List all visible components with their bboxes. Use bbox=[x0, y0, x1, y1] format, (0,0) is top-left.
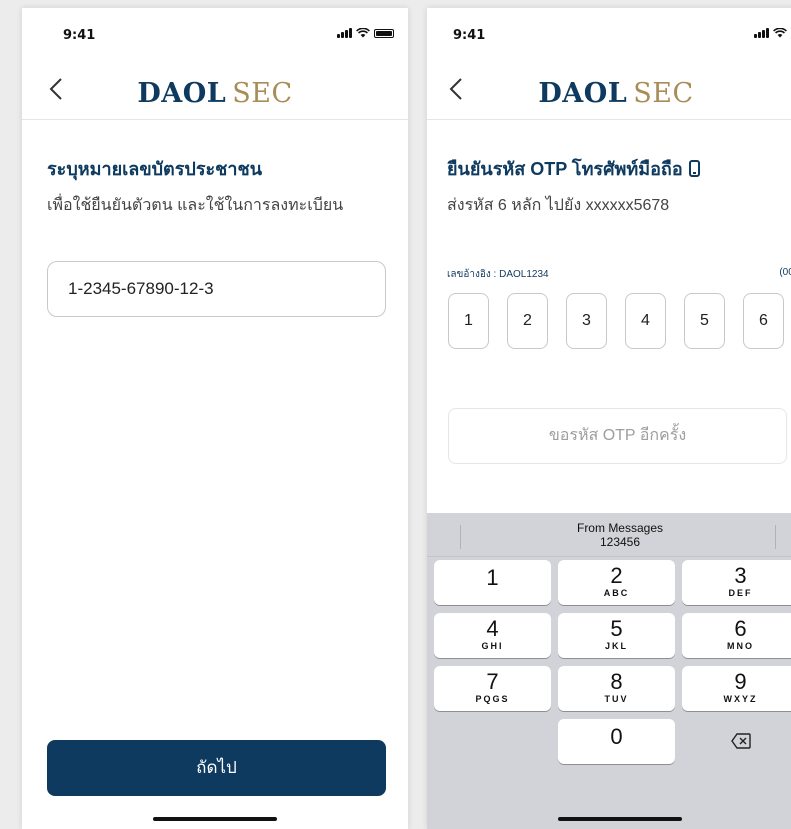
key-digit: 0 bbox=[610, 724, 623, 749]
otp-digit-box[interactable]: 4 bbox=[625, 293, 666, 349]
delete-backspace-icon bbox=[730, 733, 751, 749]
key-2[interactable]: 2 ABC bbox=[558, 560, 675, 605]
suggestion-code: 123456 bbox=[599, 535, 641, 549]
key-letters: MNO bbox=[727, 641, 754, 651]
key-blank bbox=[434, 719, 551, 764]
page-title-text: ยืนยันรหัส OTP โทรศัพท์มือถือ bbox=[447, 159, 683, 179]
keyboard-suggestion-bar: From Messages 123456 bbox=[427, 513, 791, 557]
reference-code-label: เลขอ้างอิง : DAOL1234 bbox=[447, 269, 549, 280]
otp-autofill-suggestion[interactable]: From Messages 123456 bbox=[427, 521, 791, 549]
next-button[interactable]: ถัดไป bbox=[47, 740, 386, 796]
key-letters: PQGS bbox=[475, 694, 510, 704]
page-title: ระบุหมายเลขบัตรประชาชน bbox=[47, 159, 263, 179]
key-5[interactable]: 5 JKL bbox=[558, 613, 675, 658]
status-time: 9:41 bbox=[453, 28, 486, 43]
otp-digit-box[interactable]: 3 bbox=[566, 293, 607, 349]
wifi-icon bbox=[773, 28, 787, 38]
home-indicator[interactable] bbox=[558, 817, 682, 821]
otp-screen: 9:41 DAOL SEC ยืนยันรหัส OTP โทรศัพท์มือถ… bbox=[427, 8, 791, 829]
key-6[interactable]: 6 MNO bbox=[682, 613, 791, 658]
signal-icon bbox=[337, 28, 352, 38]
nav-bar: DAOL SEC bbox=[22, 58, 408, 120]
key-digit: 2 bbox=[610, 563, 623, 588]
wifi-icon bbox=[356, 28, 370, 38]
resend-otp-button[interactable]: ขอรหัส OTP อีกครั้ง bbox=[448, 408, 787, 464]
key-digit: 7 bbox=[486, 669, 499, 694]
key-9[interactable]: 9 WXYZ bbox=[682, 666, 791, 711]
id-card-number-input[interactable]: 1-2345-67890-12-3 bbox=[47, 261, 386, 317]
countdown-timer: (00:51) bbox=[779, 267, 791, 278]
key-digit: 3 bbox=[734, 563, 747, 588]
key-digit: 1 bbox=[486, 565, 499, 590]
page-subtitle: ส่งรหัส 6 หลัก ไปยัง xxxxxx5678 bbox=[447, 197, 670, 214]
otp-digit-box[interactable]: 6 bbox=[743, 293, 784, 349]
daolsec-logo: DAOL SEC bbox=[22, 78, 408, 109]
key-digit: 5 bbox=[610, 616, 623, 641]
key-digit: 9 bbox=[734, 669, 747, 694]
mobile-phone-icon bbox=[688, 160, 700, 177]
key-letters: JKL bbox=[604, 641, 628, 651]
logo-daol: DAOL bbox=[538, 78, 628, 109]
key-letters: ABC bbox=[603, 588, 630, 598]
id-entry-screen: 9:41 DAOL SEC ระบุหมายเลขบัตรประชาชน เพื่… bbox=[22, 8, 408, 829]
page-title: ยืนยันรหัส OTP โทรศัพท์มือถือ bbox=[447, 154, 700, 183]
key-digit: 4 bbox=[486, 616, 499, 641]
key-digit: 8 bbox=[610, 669, 623, 694]
status-bar: 9:41 bbox=[427, 8, 791, 52]
key-digit: 6 bbox=[734, 616, 747, 641]
logo-sec: SEC bbox=[232, 78, 293, 109]
logo-daol: DAOL bbox=[137, 78, 227, 109]
signal-icon bbox=[754, 28, 769, 38]
status-bar: 9:41 bbox=[22, 8, 408, 52]
battery-icon bbox=[374, 28, 394, 38]
otp-digit-box[interactable]: 2 bbox=[507, 293, 548, 349]
key-4[interactable]: 4 GHI bbox=[434, 613, 551, 658]
key-0[interactable]: 0 bbox=[558, 719, 675, 764]
page-subtitle: เพื่อใช้ยืนยันตัวตน และใช้ในการลงทะเบียน bbox=[47, 197, 344, 214]
suggestion-source: From Messages bbox=[576, 521, 664, 535]
status-icons bbox=[754, 28, 791, 38]
numeric-keyboard: From Messages 123456 1 2 ABC 3 DEF 4 GHI 5J… bbox=[427, 513, 791, 829]
key-7[interactable]: 7 PQGS bbox=[434, 666, 551, 711]
otp-digit-box[interactable]: 1 bbox=[448, 293, 489, 349]
key-8[interactable]: 8 TUV bbox=[558, 666, 675, 711]
logo-sec: SEC bbox=[633, 78, 694, 109]
daolsec-logo: DAOL SEC bbox=[427, 78, 791, 109]
status-time: 9:41 bbox=[63, 28, 96, 43]
otp-digit-box[interactable]: 5 bbox=[684, 293, 725, 349]
home-indicator[interactable] bbox=[153, 817, 277, 821]
delete-key[interactable] bbox=[682, 719, 791, 764]
key-letters: DEF bbox=[728, 588, 753, 598]
key-letters: WXYZ bbox=[723, 694, 758, 704]
key-letters: TUV bbox=[604, 694, 629, 704]
key-3[interactable]: 3 DEF bbox=[682, 560, 791, 605]
key-1[interactable]: 1 bbox=[434, 560, 551, 605]
nav-bar: DAOL SEC bbox=[427, 58, 791, 120]
key-letters: GHI bbox=[481, 641, 504, 651]
status-icons bbox=[337, 28, 394, 38]
otp-input-row: 1 2 3 4 5 6 bbox=[448, 293, 784, 349]
